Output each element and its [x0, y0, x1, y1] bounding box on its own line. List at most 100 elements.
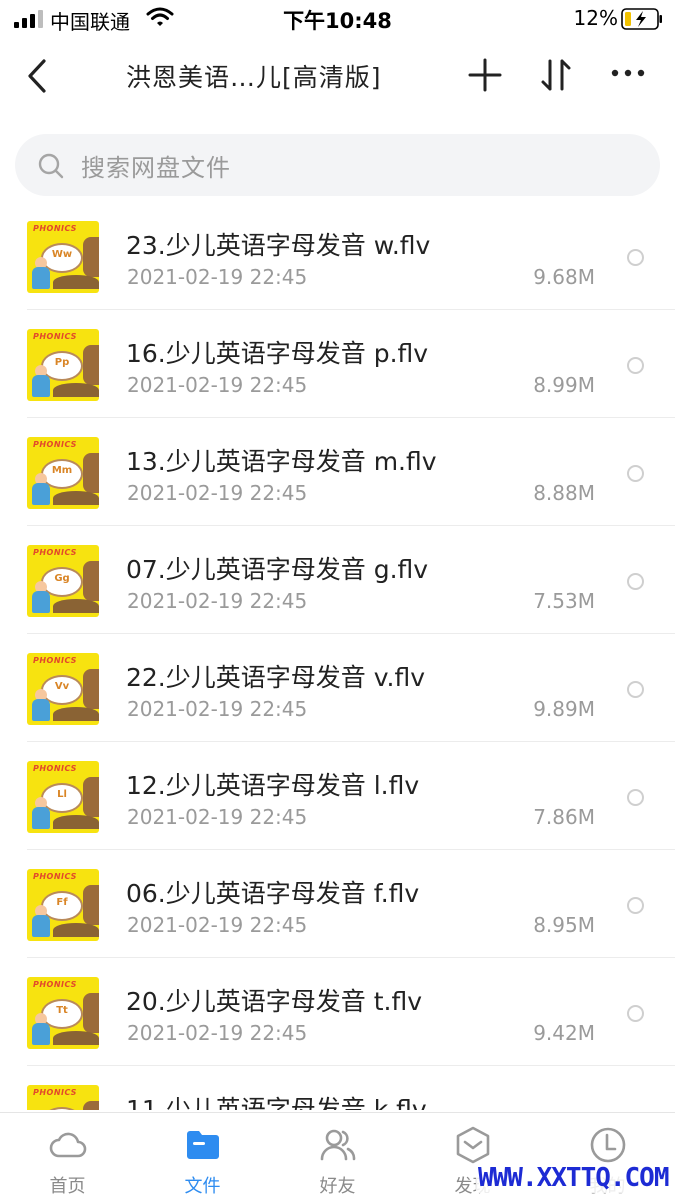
thumbnail-letter: Gg	[54, 573, 70, 584]
file-name: 06.少儿英语字母发音 f.flv	[126, 879, 420, 908]
tab-home[interactable]: 首页	[0, 1113, 135, 1201]
file-date: 2021-02-19 22:45	[127, 481, 308, 505]
file-size: 8.99M	[533, 373, 595, 397]
file-size: 9.68M	[533, 265, 595, 289]
thumbnail-letter: Vv	[54, 681, 70, 692]
file-size: 8.95M	[533, 913, 595, 937]
thumbnail-kid	[32, 591, 50, 613]
thumbnail-brand: PHONICS	[33, 764, 77, 773]
watermark: WWW.XXTTQ.COM	[476, 1163, 671, 1193]
thumbnail-kid	[32, 1023, 50, 1045]
thumbnail-tree	[83, 345, 99, 385]
thumbnail-brand: PHONICS	[33, 1088, 77, 1097]
file-name: 11.少儿英语字母发音 k.flv	[126, 1095, 427, 1110]
back-icon[interactable]	[22, 58, 52, 94]
video-thumbnail: PHONICS Tt	[27, 977, 99, 1049]
select-radio[interactable]	[627, 681, 644, 698]
video-thumbnail: PHONICS Ff	[27, 869, 99, 941]
file-name: 12.少儿英语字母发音 l.flv	[126, 771, 420, 800]
video-thumbnail: PHONICS Pp	[27, 329, 99, 401]
file-name: 22.少儿英语字母发音 v.flv	[126, 663, 426, 692]
file-list: PHONICS Ww 23.少儿英语字母发音 w.flv 2021-02-19 22:…	[0, 202, 675, 1110]
video-thumbnail: PHONICS Ll	[27, 761, 99, 833]
file-size: 9.42M	[533, 1021, 595, 1045]
thumbnail-brand: PHONICS	[33, 980, 77, 989]
thumbnail-ground	[53, 599, 99, 613]
thumbnail-kid	[32, 483, 50, 505]
file-name: 07.少儿英语字母发音 g.flv	[126, 555, 429, 584]
select-radio[interactable]	[627, 465, 644, 482]
file-size: 7.86M	[533, 805, 595, 829]
thumbnail-ground	[53, 923, 99, 937]
file-row[interactable]: PHONICS Mm 13.少儿英语字母发音 m.flv 2021-02-19 22:…	[0, 418, 675, 526]
search-input[interactable]: 搜索网盘文件	[81, 148, 231, 183]
thumbnail-ground	[53, 815, 99, 829]
thumbnail-brand: PHONICS	[33, 440, 77, 449]
thumbnail-brand: PHONICS	[33, 872, 77, 881]
select-radio[interactable]	[627, 897, 644, 914]
file-date: 2021-02-19 22:45	[127, 697, 308, 721]
thumbnail-tree	[83, 885, 99, 925]
select-radio[interactable]	[627, 357, 644, 374]
sort-icon[interactable]	[540, 58, 574, 92]
thumbnail-tree	[83, 669, 99, 709]
thumbnail-tree	[83, 237, 99, 277]
tab-friends[interactable]: 好友	[270, 1113, 405, 1201]
select-radio[interactable]	[627, 249, 644, 266]
thumbnail-kid	[32, 267, 50, 289]
select-radio[interactable]	[627, 1005, 644, 1022]
select-radio[interactable]	[627, 573, 644, 590]
file-row[interactable]: PHONICS Vv 22.少儿英语字母发音 v.flv 2021-02-19 22:…	[0, 634, 675, 742]
video-thumbnail: PHONICS Ww	[27, 221, 99, 293]
thumbnail-ground	[53, 707, 99, 721]
file-row[interactable]: PHONICS Tt 20.少儿英语字母发音 t.flv 2021-02-19 22:…	[0, 958, 675, 1066]
select-radio[interactable]	[627, 789, 644, 806]
thumbnail-brand: PHONICS	[33, 656, 77, 665]
search-icon	[38, 153, 64, 179]
battery-percent: 12%	[573, 6, 618, 30]
file-row[interactable]: PHONICS Ff 06.少儿英语字母发音 f.flv 2021-02-19 22:…	[0, 850, 675, 958]
thumbnail-kid	[32, 915, 50, 937]
discover-icon	[456, 1126, 490, 1164]
file-date: 2021-02-19 22:45	[127, 913, 308, 937]
file-name: 16.少儿英语字母发音 p.flv	[126, 339, 429, 368]
file-date: 2021-02-19 22:45	[127, 805, 308, 829]
video-thumbnail: PHONICS	[27, 1085, 99, 1110]
file-row[interactable]: PHONICS Ww 23.少儿英语字母发音 w.flv 2021-02-19 22:…	[0, 202, 675, 310]
tab-friends-label: 好友	[319, 1176, 356, 1197]
tab-files[interactable]: 文件	[135, 1113, 270, 1201]
file-row[interactable]: PHONICS Gg 07.少儿英语字母发音 g.flv 2021-02-19 22:…	[0, 526, 675, 634]
file-date: 2021-02-19 22:45	[127, 1021, 308, 1045]
thumbnail-brand: PHONICS	[33, 548, 77, 557]
search-bar[interactable]: 搜索网盘文件	[15, 134, 660, 196]
file-date: 2021-02-19 22:45	[127, 265, 308, 289]
thumbnail-ground	[53, 383, 99, 397]
file-date: 2021-02-19 22:45	[127, 589, 308, 613]
file-size: 9.89M	[533, 697, 595, 721]
thumbnail-tree	[83, 777, 99, 817]
thumbnail-letter: Ww	[51, 249, 73, 260]
thumbnail-ground	[53, 1031, 99, 1045]
thumbnail-letter: Ff	[56, 897, 68, 908]
thumbnail-letter: Ll	[57, 789, 67, 800]
thumbnail-ground	[53, 275, 99, 289]
file-name: 20.少儿英语字母发音 t.flv	[126, 987, 422, 1016]
more-icon[interactable]	[610, 68, 646, 78]
thumbnail-kid	[32, 699, 50, 721]
thumbnail-tree	[83, 453, 99, 493]
file-row[interactable]: PHONICS Ll 12.少儿英语字母发音 l.flv 2021-02-19 22:…	[0, 742, 675, 850]
battery-icon	[621, 8, 662, 30]
thumbnail-brand: PHONICS	[33, 224, 77, 233]
file-size: 8.88M	[533, 481, 595, 505]
thumbnail-tree	[83, 561, 99, 601]
thumbnail-letter-card	[41, 1107, 83, 1110]
video-thumbnail: PHONICS Gg	[27, 545, 99, 617]
file-date: 2021-02-19 22:45	[127, 373, 308, 397]
profile-icon	[590, 1127, 626, 1163]
file-row[interactable]: PHONICS 11.少儿英语字母发音 k.flv	[0, 1066, 675, 1110]
thumbnail-ground	[53, 491, 99, 505]
page-title: 洪恩美语…儿[高清版]	[126, 63, 382, 92]
file-row[interactable]: PHONICS Pp 16.少儿英语字母发音 p.flv 2021-02-19 22:…	[0, 310, 675, 418]
plus-icon[interactable]	[468, 58, 502, 92]
thumbnail-kid	[32, 375, 50, 397]
